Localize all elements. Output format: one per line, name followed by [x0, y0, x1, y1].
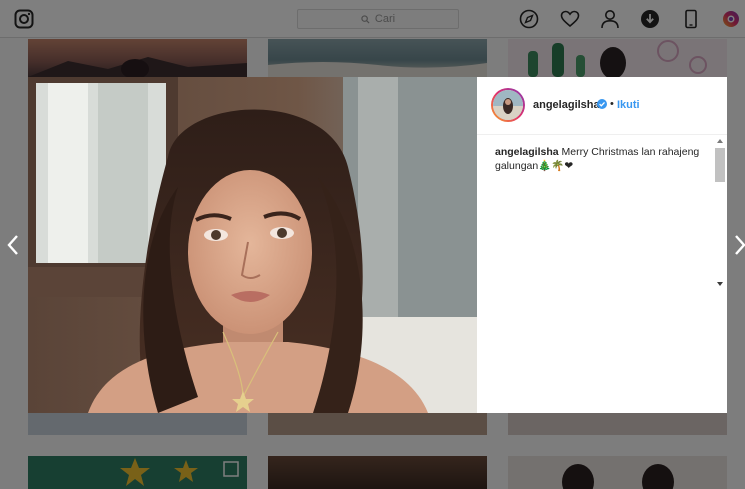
author-avatar-image: [493, 90, 523, 120]
scroll-down-arrow-icon[interactable]: [717, 282, 723, 286]
header-separator: •: [610, 98, 614, 110]
next-post-arrow-icon[interactable]: [733, 234, 745, 256]
post-photo-selfie-image: [28, 77, 477, 413]
scrollbar-thumb[interactable]: [715, 148, 725, 182]
post-header: angelagilsha • Ikuti: [477, 77, 727, 135]
author-avatar-ring[interactable]: [491, 88, 525, 122]
follow-button[interactable]: Ikuti: [617, 99, 640, 111]
scroll-up-arrow-icon[interactable]: [717, 139, 723, 143]
caption-username[interactable]: angelagilsha: [495, 146, 559, 158]
post-caption: angelagilsha Merry Christmas lan rahajen…: [495, 145, 710, 173]
post-photo[interactable]: [28, 77, 477, 413]
comments-scrollbar[interactable]: [715, 139, 725, 289]
post-details-panel: angelagilsha • Ikuti angelagilsha Merry …: [477, 77, 727, 413]
previous-post-arrow-icon[interactable]: [6, 234, 20, 256]
author-username[interactable]: angelagilsha: [533, 99, 600, 111]
verified-badge-icon: [597, 99, 607, 109]
post-modal: angelagilsha • Ikuti angelagilsha Merry …: [28, 77, 727, 413]
author-avatar[interactable]: [493, 90, 523, 120]
